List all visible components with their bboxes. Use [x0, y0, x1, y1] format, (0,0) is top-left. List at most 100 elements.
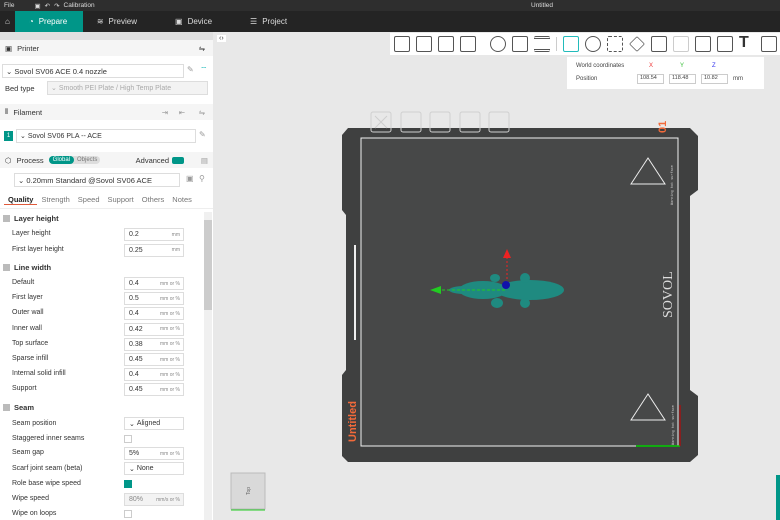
lay-on-face-icon[interactable]	[629, 36, 645, 52]
edit-filament-icon[interactable]: ✎	[199, 130, 206, 139]
x-axis-label: X	[649, 63, 654, 69]
edit-icon[interactable]: ✎	[187, 65, 194, 74]
layer-height-1-input[interactable]: 0.25 mm	[124, 243, 184, 257]
line-width-6-input[interactable]: 0.4 mm or %	[124, 368, 184, 382]
role-wipe-checkbox[interactable]	[124, 480, 132, 488]
auto-orient-icon[interactable]	[438, 36, 454, 52]
plate-name: Untitled	[347, 401, 359, 442]
filament-select[interactable]: ⌄ Sovol SV06 PLA -- ACE	[16, 129, 196, 143]
tab-notes[interactable]: Notes	[168, 195, 196, 205]
wipe-speed-value: 80%	[129, 496, 144, 503]
settings-tabs: Quality Strength Speed Support Others No…	[4, 195, 217, 205]
rotate-icon[interactable]	[585, 36, 601, 52]
line-width-1-value: 0.5	[129, 295, 139, 303]
line-width-0-label: Default	[12, 279, 35, 286]
redo-icon[interactable]: ↷	[54, 2, 59, 10]
line-width-3-value: 0.42	[129, 325, 143, 333]
text-icon[interactable]: T	[739, 35, 755, 52]
process-header: ⬡ Process Global Objects Advanced ▤	[0, 152, 213, 168]
layer-height-group-header: Layer height	[3, 214, 59, 223]
seam-position-select[interactable]: ⌄ Aligned	[124, 417, 184, 430]
line-width-7-input[interactable]: 0.45 mm or %	[124, 383, 184, 397]
tab-prepare[interactable]: ◔ Prepare	[14, 11, 83, 32]
position-x-input[interactable]: 108.54	[637, 74, 664, 84]
prepare-icon: ◔	[28, 17, 34, 26]
filament-title: Filament	[13, 107, 43, 117]
save-preset-icon[interactable]: ▣	[186, 174, 194, 183]
printer-icon: ▣	[5, 43, 13, 53]
add-cube-icon[interactable]	[394, 36, 410, 52]
global-option[interactable]: Global	[48, 156, 74, 164]
tab-speed[interactable]: Speed	[74, 195, 104, 205]
tab-project[interactable]: ☰ Project	[236, 11, 301, 32]
line-width-5-input[interactable]: 0.45 mm or %	[124, 353, 184, 366]
save-icon[interactable]: ▣	[34, 2, 40, 10]
global-objects-toggle[interactable]: Global Objects	[48, 156, 101, 164]
tab-support[interactable]: Support	[103, 195, 137, 205]
compare-icon[interactable]: ▤	[201, 156, 208, 165]
layer-height-0-input[interactable]: 0.2 mm	[124, 228, 184, 241]
undo-icon[interactable]: ↶	[45, 2, 50, 10]
split-parts-icon[interactable]	[512, 36, 528, 52]
line-width-4-input[interactable]: 0.38 mm or %	[124, 337, 184, 351]
line-width-2-input[interactable]: 0.4 mm or %	[124, 307, 184, 321]
layers-editing-icon[interactable]	[534, 36, 550, 52]
view-toolbar: T	[390, 33, 780, 55]
line-width-3-input[interactable]: 0.42 mm or %	[124, 322, 184, 336]
scale-icon[interactable]	[607, 36, 623, 52]
wipe-loops-checkbox[interactable]	[124, 510, 132, 518]
tab-device[interactable]: ▣ Device	[161, 11, 226, 32]
printer-select[interactable]: ⌄ Sovol SV06 ACE 0.4 nozzle	[2, 64, 184, 78]
layer-height-icon	[3, 215, 10, 222]
add-filament-icon[interactable]: ⇥	[162, 108, 168, 117]
staggered-label: Staggered inner seams	[12, 435, 85, 442]
plate-object-icons	[370, 111, 510, 133]
scrollbar[interactable]	[204, 212, 212, 520]
tab-others[interactable]: Others	[138, 195, 169, 205]
seam-gap-input[interactable]: 5% mm or %	[124, 447, 184, 460]
objects-option[interactable]: Objects	[74, 156, 100, 164]
add-plate-icon[interactable]	[416, 36, 432, 52]
wipe-speed-input[interactable]: 80% mm/s or %	[124, 493, 184, 506]
printer-settings-icon[interactable]: ⇋	[199, 44, 205, 53]
support-painting-icon[interactable]	[695, 36, 711, 52]
move-icon[interactable]	[563, 36, 579, 52]
seam-painting-icon[interactable]	[717, 36, 733, 52]
search-icon[interactable]: ⚲	[199, 174, 205, 183]
window-title: Untitled	[531, 2, 554, 9]
tab-label: Project	[262, 17, 288, 26]
bed-type-select[interactable]: ⌄ Smooth PEI Plate / High Temp Plate	[47, 81, 208, 95]
arrange-icon[interactable]	[460, 36, 476, 52]
tab-preview[interactable]: ≋ Preview	[83, 11, 151, 32]
build-plate	[342, 128, 698, 462]
position-y-input[interactable]: 118.48	[669, 74, 696, 84]
calibration-menu[interactable]: Calibration	[64, 2, 95, 9]
file-menu[interactable]: File	[4, 2, 14, 9]
split-objects-icon[interactable]	[490, 36, 506, 52]
plate-number: 01	[657, 121, 669, 133]
layer-height-1-unit: mm	[171, 247, 180, 253]
measure-icon[interactable]	[761, 36, 777, 52]
position-z-input[interactable]: 10.82	[701, 74, 728, 84]
wifi-icon[interactable]: ⌔	[200, 65, 208, 75]
line-width-1-input[interactable]: 0.5 mm or %	[124, 292, 184, 306]
scarf-select[interactable]: ⌄ None	[124, 462, 184, 475]
collapse-panel-icon[interactable]: ‹›	[217, 35, 226, 42]
mesh-boolean-icon[interactable]	[673, 36, 689, 52]
line-width-0-input[interactable]: 0.4 mm or %	[124, 277, 184, 290]
filament-color-swatch[interactable]: 1	[4, 131, 13, 141]
advanced-toggle[interactable]	[172, 156, 184, 164]
process-preset-select[interactable]: ⌄ 0.20mm Standard @Sovol SV06 ACE	[14, 173, 180, 187]
tab-quality[interactable]: Quality	[4, 195, 38, 205]
remove-filament-icon[interactable]: ⇤	[179, 108, 185, 117]
process-title: Process	[16, 155, 44, 165]
line-width-icon	[3, 264, 10, 271]
filament-settings-icon[interactable]: ⇋	[199, 108, 205, 117]
tab-strength[interactable]: Strength	[37, 195, 73, 205]
settings-panel: ▣ Printer ⇋ ⌄ Sovol SV06 ACE 0.4 nozzle ✎ …	[0, 32, 213, 520]
line-width-2-value: 0.4	[129, 310, 139, 318]
home-icon[interactable]: ⌂	[0, 11, 15, 32]
staggered-checkbox[interactable]	[124, 435, 132, 443]
tab-label: Prepare	[38, 17, 68, 26]
cut-icon[interactable]	[651, 36, 667, 52]
